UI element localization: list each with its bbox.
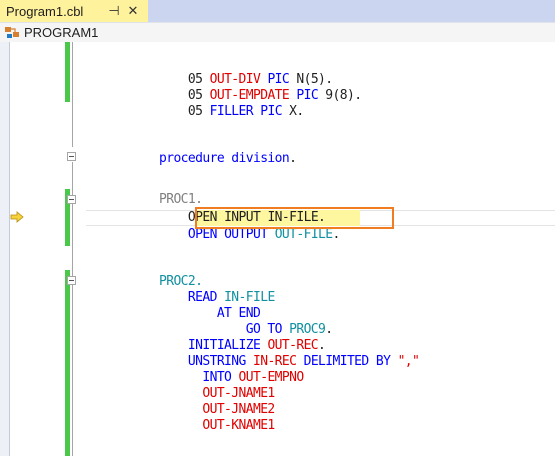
code-line[interactable]: 05 OUT-EMPDATE PIC 9(8).	[159, 88, 362, 104]
code-line[interactable]: OUT-JNAME1	[159, 386, 275, 402]
tab-program1-cbl[interactable]: Program1.cbl ⊣ ✕	[0, 0, 148, 22]
code-line[interactable]: GO TO PROC9.	[159, 322, 333, 338]
code-line[interactable]: procedure division.	[159, 151, 297, 167]
pin-icon[interactable]: ⊣	[106, 0, 122, 22]
code-line[interactable]: INITIALIZE OUT-REC.	[159, 338, 326, 354]
program-dropdown[interactable]: PROGRAM1	[4, 24, 98, 41]
code-line[interactable]: PROC2.	[159, 274, 203, 290]
breakpoint-highlight-box	[195, 207, 394, 229]
margin-divider	[9, 42, 10, 456]
collapse-icon[interactable]	[67, 276, 76, 285]
document-tab-strip: Program1.cbl ⊣ ✕	[0, 0, 555, 22]
code-line[interactable]: OPEN OUTPUT OUT-FILE.	[159, 227, 340, 243]
change-indicator	[65, 270, 70, 456]
code-line[interactable]: READ IN-FILE	[159, 290, 275, 306]
glyph-margin[interactable]	[0, 42, 9, 456]
tab-title: Program1.cbl	[6, 3, 84, 19]
collapse-icon[interactable]	[67, 152, 76, 161]
code-line[interactable]: OUT-JNAME2	[159, 402, 275, 418]
code-line[interactable]: UNSTRING IN-REC DELIMITED BY ","	[159, 354, 420, 370]
code-editor-window: Program1.cbl ⊣ ✕ PROGRAM1 05 OUT-DIV PIC…	[0, 0, 555, 456]
code-line[interactable]: OUT-KNAME1	[159, 418, 275, 434]
outline-guide	[72, 42, 73, 147]
execution-pointer-arrow-icon	[10, 211, 24, 223]
editor-area[interactable]: 05 OUT-DIV PIC N(5). 05 OUT-EMPDATE PIC …	[0, 42, 555, 456]
code-line[interactable]: PROC1.	[159, 192, 203, 208]
code-line[interactable]: AT END	[159, 306, 261, 322]
code-line[interactable]: 05 FILLER PIC X.	[159, 104, 304, 120]
change-indicator	[65, 42, 70, 102]
class-hierarchy-icon	[5, 26, 19, 38]
code-line[interactable]: INTO OUT-EMPNO	[159, 370, 304, 386]
code-line[interactable]: 05 OUT-DIV PIC N(5).	[159, 72, 333, 88]
close-icon[interactable]: ✕	[125, 0, 141, 22]
collapse-icon[interactable]	[67, 195, 76, 204]
program-name: PROGRAM1	[24, 25, 99, 40]
outline-guide	[72, 162, 73, 456]
navigation-bar: PROGRAM1	[0, 22, 555, 43]
